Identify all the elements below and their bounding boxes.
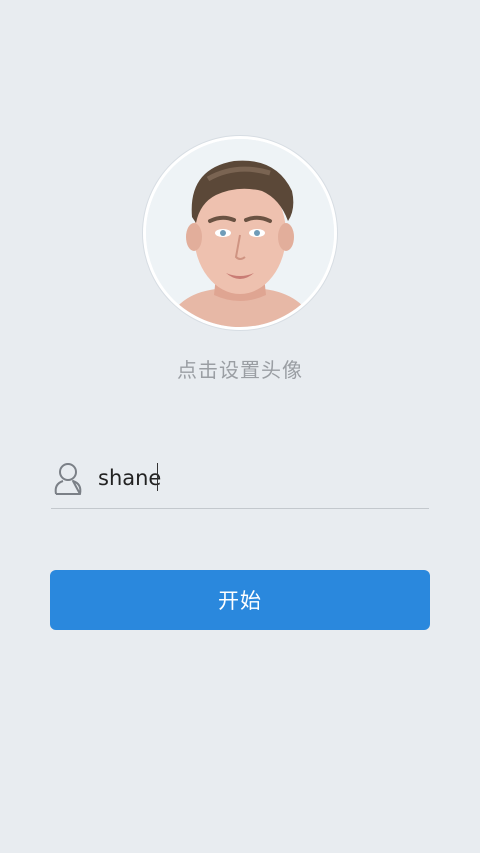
avatar-image[interactable] (146, 139, 334, 327)
username-input[interactable] (98, 462, 428, 494)
text-caret (157, 463, 158, 491)
set-avatar-label[interactable]: 点击设置头像 (0, 354, 480, 383)
avatar-portrait (146, 139, 334, 327)
avatar[interactable] (143, 136, 337, 330)
user-outline-icon (50, 460, 86, 498)
username-underline (51, 508, 429, 509)
start-button[interactable]: 开始 (50, 570, 430, 630)
